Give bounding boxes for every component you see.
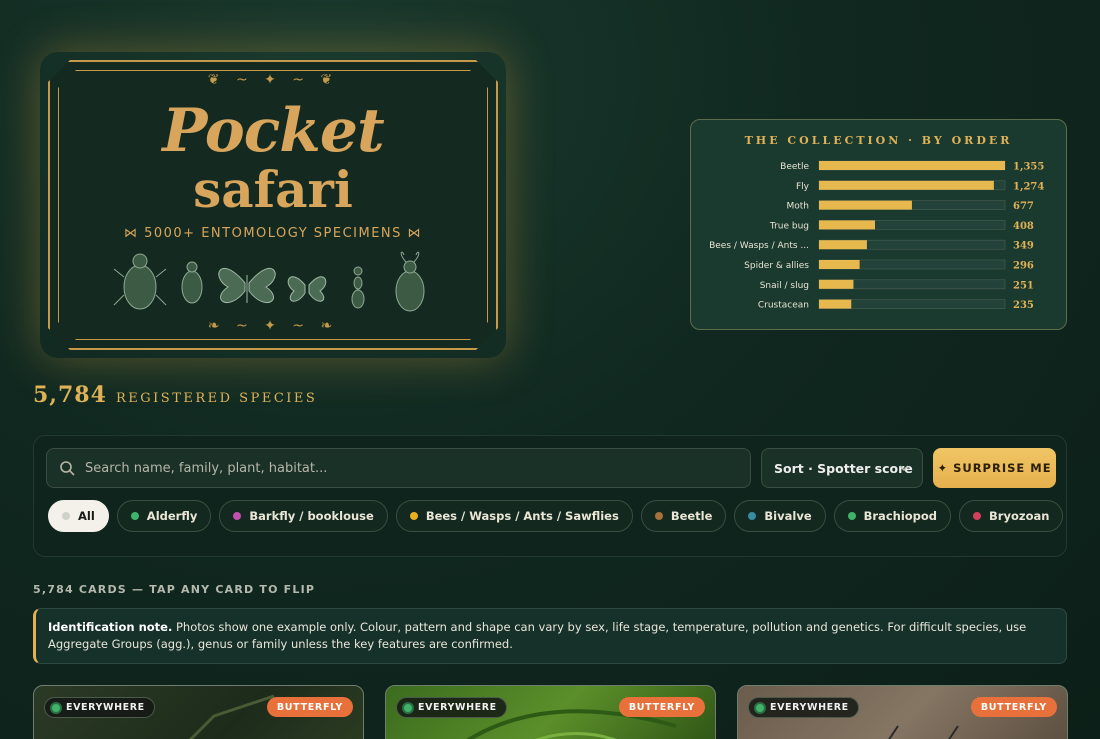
chip-dot-icon xyxy=(409,512,418,520)
habitat-badge: EVERYWHERE xyxy=(748,697,859,718)
chevron-down-icon xyxy=(899,465,909,472)
chip-dot-icon xyxy=(748,512,757,520)
chip-label: Brachiopod xyxy=(863,509,938,523)
chart-category-label: Moth xyxy=(786,202,809,212)
search-icon xyxy=(60,461,75,476)
chip-barkfly-booklouse[interactable]: Barkfly / booklouse xyxy=(219,500,388,532)
chart-category-label: Beetle xyxy=(780,162,809,172)
chart-bar xyxy=(819,161,1005,170)
registered-label: REGISTERED SPECIES xyxy=(115,391,318,406)
collection-chart-panel: THE COLLECTION · BY ORDER Beetle 1,355 Fly… xyxy=(690,119,1067,330)
chart-value-label: 296 xyxy=(1013,261,1034,272)
sort-select[interactable]: Sort · Spotter score xyxy=(761,448,923,488)
moth-icon xyxy=(288,277,326,301)
habitat-label: EVERYWHERE xyxy=(770,702,849,713)
species-card[interactable]: EVERYWHERE BUTTERFLY xyxy=(33,685,364,739)
chart-bar xyxy=(819,220,876,230)
collection-bar-chart: Beetle 1,355 Fly 1,274 Moth 677 True bug 408 Bee… xyxy=(709,160,1044,311)
beetle-icon xyxy=(114,254,166,309)
chip-beetle[interactable]: Beetle xyxy=(640,500,727,532)
bug-icon xyxy=(182,262,202,303)
search-input[interactable] xyxy=(85,460,725,476)
registered-species: 5,784 REGISTERED SPECIES xyxy=(33,382,317,408)
butterfly-icon xyxy=(219,268,275,303)
logo-subtitle: ⋈ 5000+ ENTOMOLOGY SPECIMENS ⋈ xyxy=(50,226,496,241)
chip-bees-wasps-ants-sawflies[interactable]: Bees / Wasps / Ants / Sawflies xyxy=(395,500,633,532)
note-title: Identification note. xyxy=(48,620,173,634)
note-text: Photos show one example only. Colour, pa… xyxy=(48,620,1027,651)
chip-bryozoan[interactable]: Bryozoan xyxy=(959,500,1064,532)
chart-value-label: 349 xyxy=(1013,241,1034,252)
results-count-label: 5,784 CARDS — TAP ANY CARD TO FLIP xyxy=(33,583,316,596)
type-badge: BUTTERFLY xyxy=(266,697,353,717)
habitat-dot-icon xyxy=(404,703,412,712)
chart-category-label: True bug xyxy=(769,221,809,231)
chart-value-label: 677 xyxy=(1013,201,1034,212)
top-ornament-icon: ❦ ~ ✦ ~ ❦ xyxy=(207,72,339,88)
habitat-badge: EVERYWHERE xyxy=(396,697,507,718)
chip-alderfly[interactable]: Alderfly xyxy=(116,500,212,532)
habitat-label: EVERYWHERE xyxy=(66,702,145,713)
search-box[interactable] xyxy=(46,448,751,488)
species-card[interactable]: EVERYWHERE BUTTERFLY xyxy=(737,685,1068,739)
registered-count: 5,784 xyxy=(33,382,107,408)
chip-all[interactable]: All xyxy=(48,500,109,532)
ant-icon xyxy=(352,267,364,308)
chip-label: Bees / Wasps / Ants / Sawflies xyxy=(425,509,619,523)
surprise-me-button[interactable]: ✦ SURPRISE ME xyxy=(933,448,1056,488)
species-card[interactable]: EVERYWHERE BUTTERFLY xyxy=(385,685,716,739)
chart-category-label: Spider & allies xyxy=(744,261,809,271)
type-badge: BUTTERFLY xyxy=(618,697,705,717)
sort-label: Sort · Spotter score xyxy=(774,460,913,476)
insect-illustrations xyxy=(110,247,440,317)
chip-dot-icon xyxy=(847,512,856,520)
chip-label: Beetle xyxy=(670,509,713,523)
chart-value-label: 251 xyxy=(1013,280,1034,291)
chip-label: Alderfly xyxy=(146,509,198,523)
chip-label: Bryozoan xyxy=(989,509,1050,523)
chart-category-label: Fly xyxy=(796,182,810,192)
habitat-badge: EVERYWHERE xyxy=(44,697,155,718)
chart-category-label: Bees / Wasps / Ants ... xyxy=(709,241,809,251)
moth-icon: ⋈ xyxy=(123,226,145,241)
filter-controls: Sort · Spotter score ✦ SURPRISE ME AllAl… xyxy=(33,435,1067,557)
chip-dot-icon xyxy=(130,512,139,520)
chip-label: Barkfly / booklouse xyxy=(249,509,374,523)
chip-dot-icon xyxy=(62,512,70,520)
chart-bar xyxy=(819,180,994,190)
logo-subtitle-text: 5000+ ENTOMOLOGY SPECIMENS xyxy=(144,226,402,241)
moth-icon: ⋈ xyxy=(401,226,423,241)
chart-value-label: 1,274 xyxy=(1013,181,1044,192)
type-badge: BUTTERFLY xyxy=(970,697,1057,717)
habitat-dot-icon xyxy=(756,703,764,712)
chip-label: Bivalve xyxy=(764,509,812,523)
chart-bar xyxy=(819,260,860,269)
chart-bar xyxy=(819,200,912,210)
bottom-ornament-icon: ❧ ~ ✦ ~ ❧ xyxy=(207,318,339,334)
chip-bivalve[interactable]: Bivalve xyxy=(734,500,826,532)
chart-bar xyxy=(819,299,852,309)
chart-bar xyxy=(819,279,854,289)
habitat-dot-icon xyxy=(52,703,60,712)
identification-note: Identification note. Photos show one exa… xyxy=(33,608,1067,664)
chip-dot-icon xyxy=(973,512,982,520)
chart-value-label: 408 xyxy=(1013,221,1034,232)
chart-value-label: 1,355 xyxy=(1013,162,1044,173)
chip-dot-icon xyxy=(654,512,663,520)
logo-word-pocket: Pocket xyxy=(162,96,384,166)
habitat-label: EVERYWHERE xyxy=(418,702,497,713)
chart-category-label: Crustacean xyxy=(758,301,809,311)
chip-brachiopod[interactable]: Brachiopod xyxy=(833,500,952,532)
logo-word-safari: safari xyxy=(193,160,353,219)
hero-logo-card: ❦ ~ ✦ ~ ❦ Pocket safari ⋈ 5000+ ENTOMOLO… xyxy=(48,60,498,350)
chart-value-label: 235 xyxy=(1013,300,1034,311)
chart-bar xyxy=(819,240,867,250)
chip-label: All xyxy=(78,509,95,523)
stag-beetle-icon xyxy=(396,252,424,311)
category-chips: All Alderfly Barkfly / booklouse Bees / Was… xyxy=(48,500,1066,532)
chip-dot-icon xyxy=(233,512,242,520)
chart-category-label: Snail / slug xyxy=(760,281,809,291)
